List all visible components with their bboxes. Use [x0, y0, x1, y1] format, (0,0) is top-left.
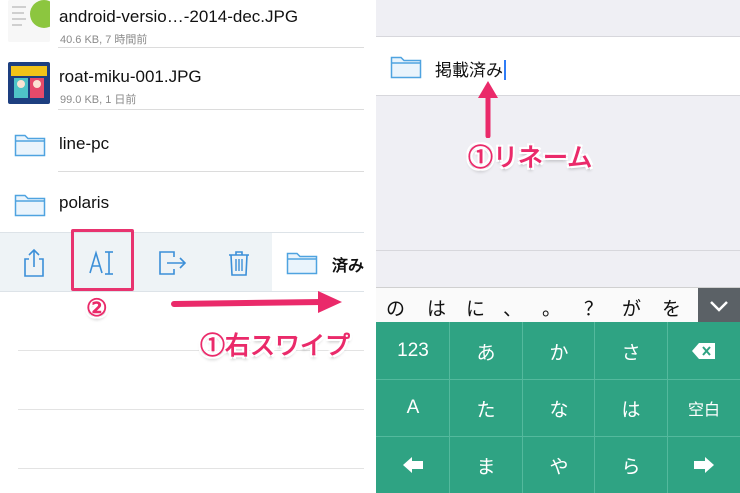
key-divider [594, 322, 595, 493]
suggestion-item[interactable]: が [622, 294, 641, 321]
row-divider [58, 109, 364, 110]
key-ma[interactable]: ま [452, 437, 520, 493]
folder-icon [390, 53, 422, 79]
miku-thumbnail-icon [8, 62, 50, 104]
key-sa[interactable]: さ [597, 323, 665, 379]
file-list-pane: android-versio…-2014-dec.JPG 40.6 KB, 7 … [0, 0, 364, 493]
key-ta[interactable]: た [452, 380, 520, 436]
rename-highlight-box [71, 229, 134, 291]
file-name: roat-miku-001.JPG [59, 67, 202, 86]
file-row[interactable]: android-versio…-2014-dec.JPG 40.6 KB, 7 … [0, 0, 364, 48]
step2-annotation: ② [86, 295, 108, 322]
trash-icon[interactable] [219, 243, 259, 283]
folder-icon [14, 191, 46, 217]
suggestion-item[interactable]: の [386, 294, 405, 321]
key-ka[interactable]: か [525, 323, 593, 379]
suggestion-item[interactable]: 、 [503, 294, 522, 321]
key-divider [667, 322, 668, 493]
key-123[interactable]: 123 [379, 323, 447, 379]
file-meta: 99.0 KB, 1 日前 [60, 94, 137, 106]
folder-row[interactable]: line-pc [0, 114, 364, 172]
swipe-action-toolbar [0, 232, 272, 292]
key-divider [522, 322, 523, 493]
android-thumbnail-icon [8, 0, 50, 42]
suggestion-item[interactable]: ？ [584, 294, 603, 321]
list-divider [18, 468, 364, 469]
move-icon[interactable] [152, 243, 192, 283]
list-divider [18, 409, 364, 410]
suggestion-item[interactable]: を [662, 294, 681, 321]
swipe-right-annotation: ①右スワイプ [200, 332, 351, 360]
swipe-arrow-icon [171, 291, 342, 313]
suggestion-item[interactable]: 。 [542, 294, 561, 321]
row-divider [58, 47, 364, 48]
folder-row[interactable]: polaris [0, 174, 364, 232]
kana-keyboard: 123 あ か さ A た な は 空白 ま や ら [376, 322, 740, 493]
folder-name: polaris [59, 193, 110, 212]
key-ya[interactable]: や [525, 437, 593, 493]
arrow-left-icon[interactable] [379, 437, 447, 493]
arrow-right-icon[interactable] [670, 437, 738, 493]
kana-suggestion-bar: の は に 、 。 ？ が を [376, 287, 740, 323]
file-name: android-versio…-2014-dec.JPG [59, 7, 299, 26]
swiped-folder-row[interactable]: 済み [272, 232, 364, 292]
folder-name: line-pc [59, 134, 110, 153]
folder-icon [286, 249, 318, 275]
rename-pane: 掲載済み ①リネーム の は に 、 。 ？ が を 123 あ か さ A た… [376, 0, 740, 493]
pane-gutter [364, 0, 376, 493]
chevron-down-icon[interactable] [698, 288, 740, 323]
key-ra[interactable]: ら [597, 437, 665, 493]
backspace-icon[interactable] [670, 323, 738, 379]
key-alphabet[interactable]: A [379, 380, 447, 436]
key-divider [449, 322, 450, 493]
rename-row[interactable]: 掲載済み [376, 36, 740, 96]
share-icon[interactable] [14, 243, 54, 283]
swiped-folder-name: 済み [332, 258, 364, 275]
folder-icon [14, 131, 46, 157]
section-divider [376, 250, 740, 251]
key-space[interactable]: 空白 [670, 380, 738, 436]
rename-annotation: ①リネーム [468, 144, 593, 172]
suggestion-item[interactable]: に [466, 294, 485, 321]
suggestion-item[interactable]: は [427, 294, 446, 321]
key-na[interactable]: な [525, 380, 593, 436]
file-row[interactable]: roat-miku-001.JPG 99.0 KB, 1 日前 [0, 52, 364, 110]
file-meta: 40.6 KB, 7 時間前 [60, 34, 148, 46]
key-ha[interactable]: は [597, 380, 665, 436]
key-a[interactable]: あ [452, 323, 520, 379]
text-caret [504, 60, 506, 80]
up-arrow-icon [478, 81, 498, 138]
row-divider [58, 171, 364, 172]
